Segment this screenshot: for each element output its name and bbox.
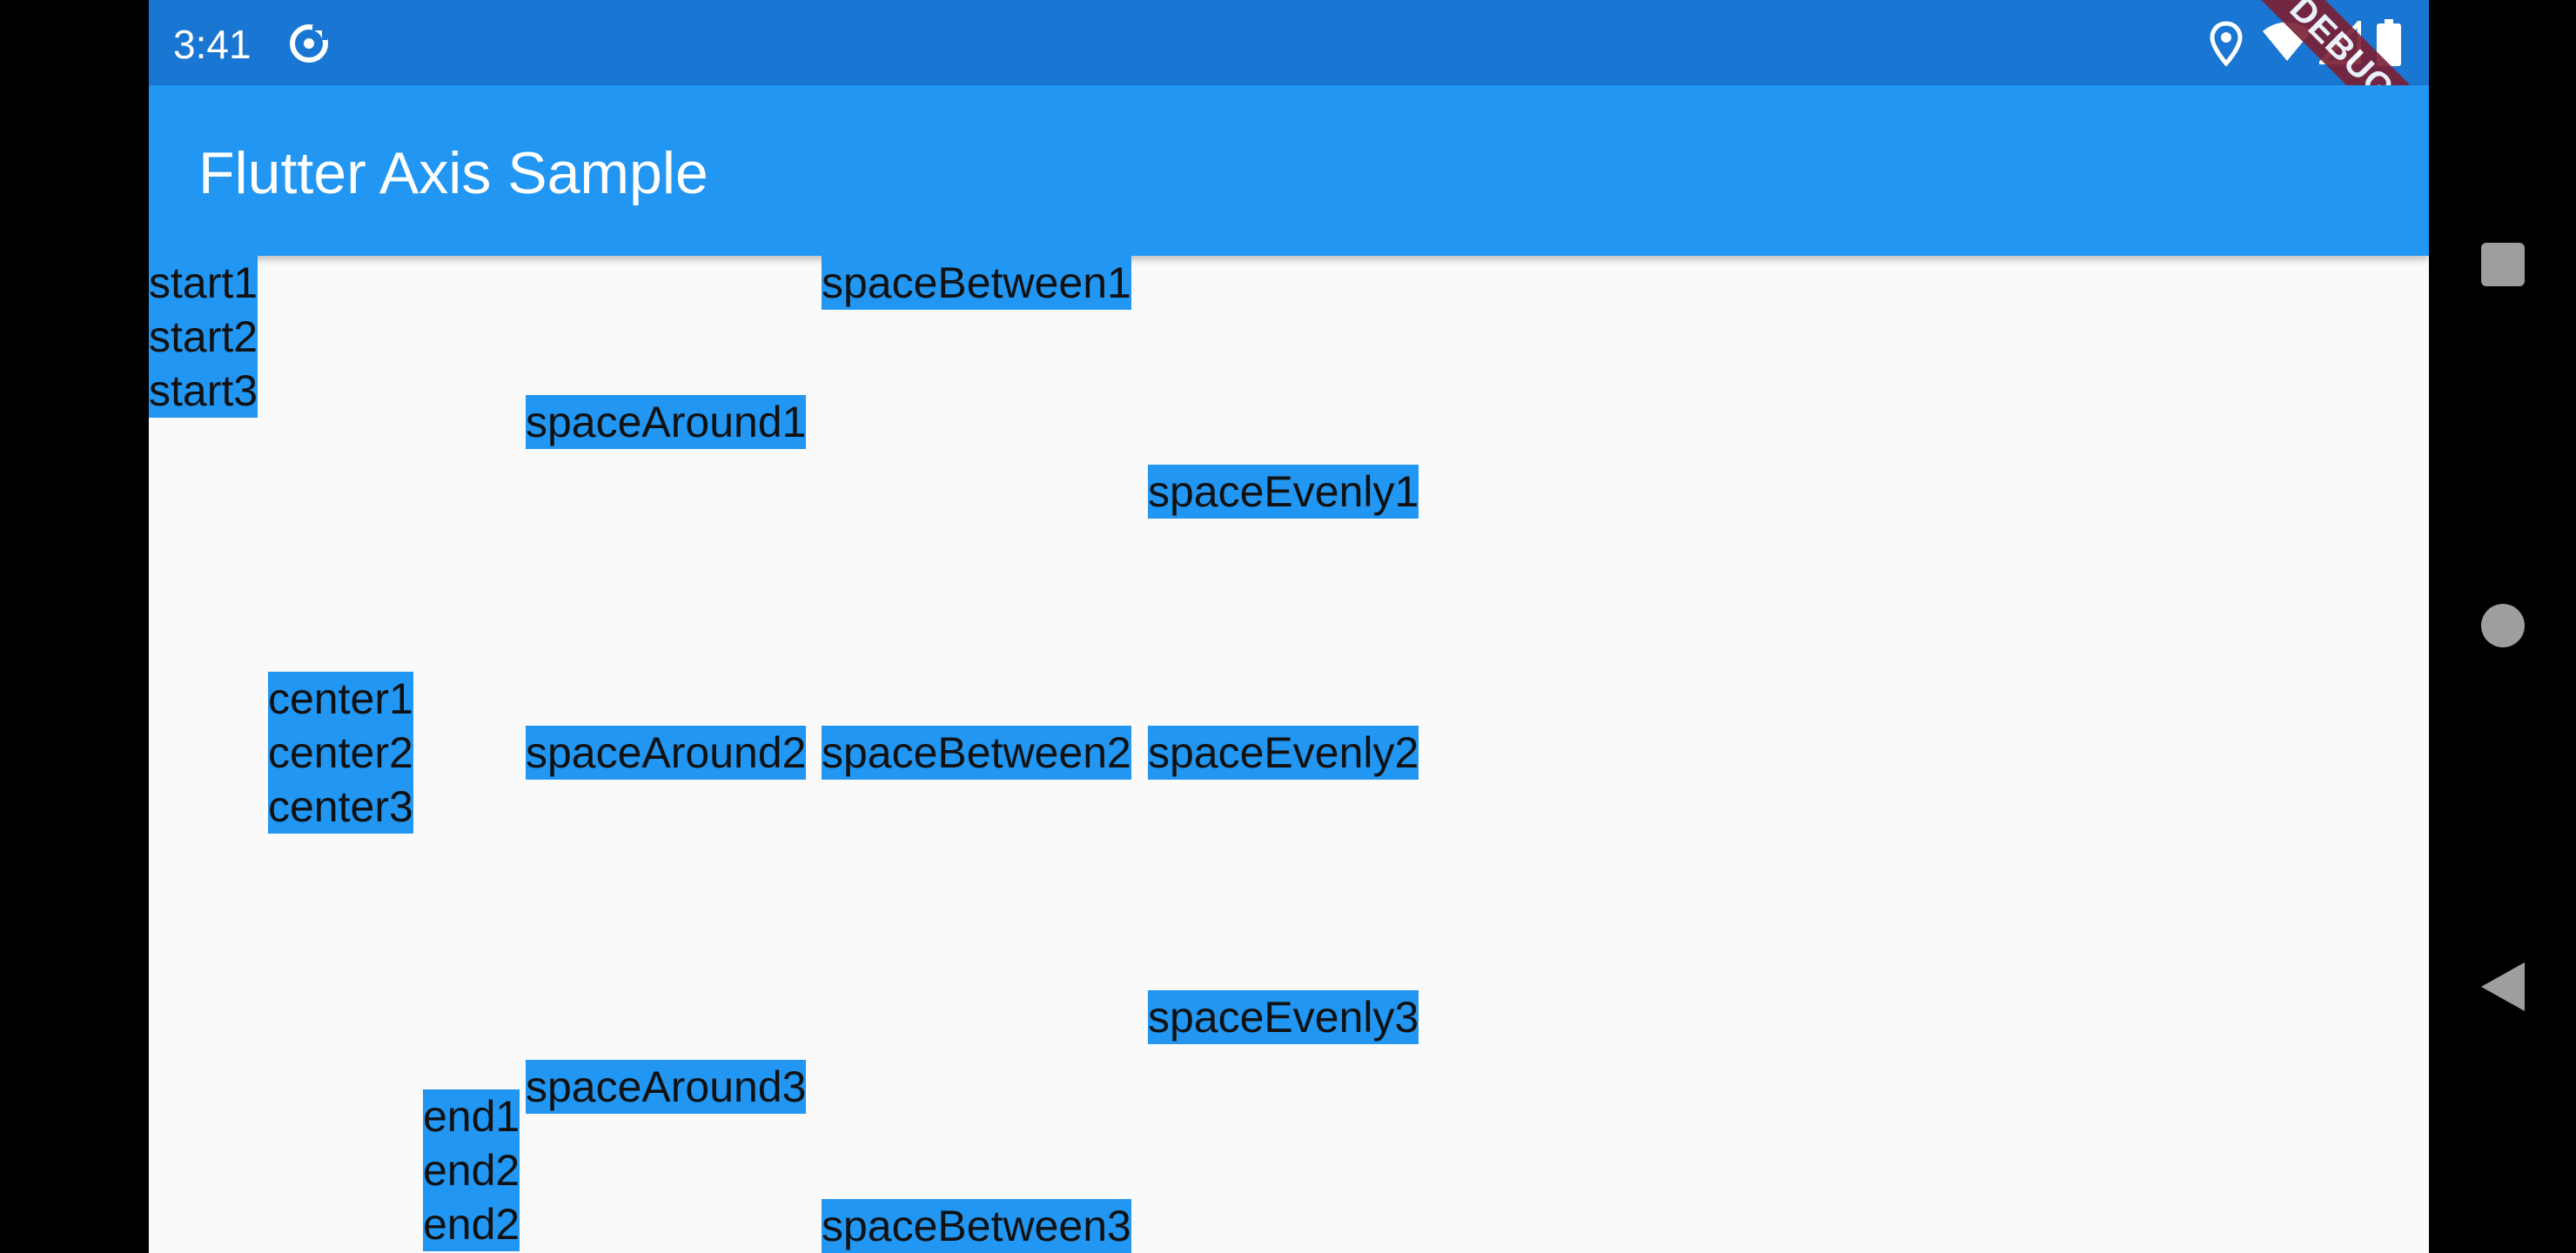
end-item-3: end2 [423,1197,520,1251]
axis-sample-body: start1 start2 start3 center1 center2 cen… [149,256,2429,1253]
space-around-item-2: spaceAround2 [526,726,807,780]
back-icon[interactable] [2479,961,2526,1013]
status-bar: 3:41 DEBUG [149,0,2429,164]
status-time: 3:41 [173,22,252,67]
app-title: Flutter Axis Sample [198,140,708,206]
phone-screen: 3:41 DEBUG Flutter Axis Sample start1 st… [149,0,2429,1253]
space-between-item-1: spaceBetween1 [822,256,1131,310]
center-item-2: center2 [268,726,413,780]
home-icon[interactable] [2479,602,2526,649]
space-around-item-3: spaceAround3 [526,1060,807,1114]
space-between-item-2: spaceBetween2 [822,726,1131,780]
center-item-1: center1 [268,672,413,726]
start-item-2: start2 [149,310,258,364]
space-evenly-item-1: spaceEvenly1 [1148,465,1419,519]
space-evenly-item-3: spaceEvenly3 [1148,990,1419,1044]
location-icon [2210,21,2243,66]
start-item-3: start3 [149,364,258,418]
recents-icon[interactable] [2479,241,2526,288]
end-item-1: end1 [423,1089,520,1143]
notification-assistant-icon [290,24,328,63]
app-bar: Flutter Axis Sample [149,85,2429,256]
center-item-3: center3 [268,780,413,834]
start-item-1: start1 [149,256,258,310]
space-between-item-3: spaceBetween3 [822,1199,1131,1253]
space-around-item-1: spaceAround1 [526,395,807,449]
end-item-2: end2 [423,1143,520,1197]
navigation-bar [2429,0,2576,1253]
space-evenly-item-2: spaceEvenly2 [1148,726,1419,780]
